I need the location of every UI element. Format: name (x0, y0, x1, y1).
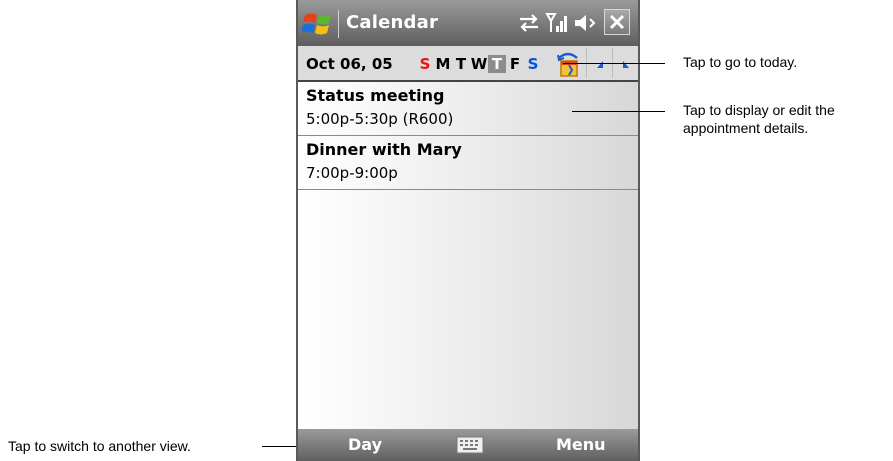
appointment-time: 5:00p-5:30p (R600) (306, 110, 454, 128)
next-arrow-icon[interactable] (616, 54, 636, 76)
weekday-tuesday[interactable]: T (452, 55, 470, 73)
appointment-item[interactable]: Status meeting 5:00p-5:30p (R600) (298, 82, 638, 136)
day-softkey[interactable]: Day (348, 435, 382, 454)
today-icon[interactable] (556, 52, 582, 78)
close-button[interactable] (604, 9, 630, 35)
current-date[interactable]: Oct 06, 05 (306, 55, 393, 73)
weekday-saturday[interactable]: S (524, 55, 542, 73)
title-bar: Calendar (298, 0, 638, 46)
weekday-friday[interactable]: F (506, 55, 524, 73)
callout-line-details (572, 111, 665, 112)
prev-arrow-icon[interactable] (590, 54, 610, 76)
day-view-list[interactable]: Status meeting 5:00p-5:30p (R600) Dinner… (298, 82, 638, 429)
close-icon (609, 14, 625, 30)
appointment-title: Dinner with Mary (306, 140, 462, 159)
weekday-monday[interactable]: M (434, 55, 452, 73)
device-screen: Calendar Oct 06, 05 SMTWTFS Status meeti… (296, 0, 640, 461)
appointment-time: 7:00p-9:00p (306, 164, 398, 182)
speaker-icon[interactable] (572, 10, 598, 36)
callout-details-line1: Tap to display or edit the (683, 102, 835, 118)
weekday-wednesday[interactable]: W (470, 55, 488, 73)
windows-start-icon[interactable] (302, 8, 334, 40)
keyboard-icon[interactable] (456, 436, 484, 454)
softkey-bar: Day Menu (298, 429, 638, 461)
appointment-title: Status meeting (306, 86, 445, 105)
callout-today: Tap to go to today. (683, 54, 798, 70)
callout-switch-view: Tap to switch to another view. (8, 438, 191, 454)
callout-line-switch-view (262, 446, 296, 447)
weekday-thursday[interactable]: T (488, 55, 506, 73)
appointment-item[interactable]: Dinner with Mary 7:00p-9:00p (298, 136, 638, 190)
callout-line-today (563, 63, 665, 64)
callout-details-line2: appointment details. (683, 120, 809, 136)
date-bar: Oct 06, 05 SMTWTFS (298, 46, 638, 82)
week-day-strip: SMTWTFS (416, 54, 542, 74)
sync-icon[interactable] (516, 10, 542, 36)
signal-icon[interactable] (544, 10, 570, 36)
window-title: Calendar (346, 12, 439, 33)
title-separator (338, 10, 339, 38)
weekday-sunday[interactable]: S (416, 55, 434, 73)
menu-softkey[interactable]: Menu (556, 435, 606, 454)
